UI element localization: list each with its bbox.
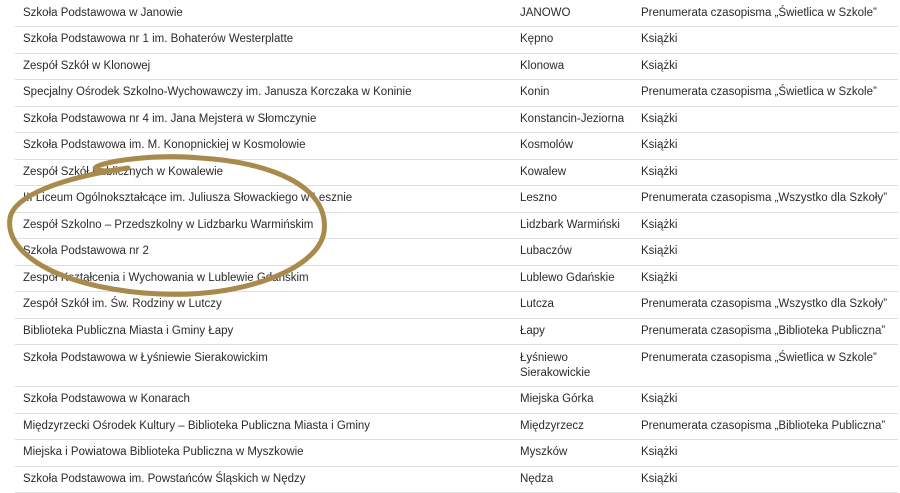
- place-cell: Kosmolów: [512, 132, 633, 160]
- school-cell: Szkoła Podstawowa nr 4 im. Jana Mejstera…: [15, 106, 512, 133]
- place-cell: Lutcza: [512, 291, 633, 319]
- place-cell: Łapy: [512, 318, 633, 345]
- award-cell: Książki: [633, 53, 898, 80]
- school-cell: Szkoła Podstawowa im. M. Konopnickiej w …: [15, 132, 512, 160]
- school-cell: Międzyrzecki Ośrodek Kultury – Bibliotek…: [15, 413, 512, 440]
- place-cell: Konstancin-Jeziorna: [512, 106, 633, 133]
- table-row: Szkoła Podstawowa w Łyśniewie Sierakowic…: [15, 344, 898, 387]
- award-cell: Książki: [633, 466, 898, 493]
- results-table: Szkoła Podstawowa w Janowie JANOWO Prenume…: [15, 0, 898, 493]
- table-row: Szkoła Podstawowa w Konarach Miejska Górk…: [15, 386, 898, 414]
- place-cell: Lubaczów: [512, 238, 633, 266]
- award-cell: Książki: [633, 132, 898, 160]
- award-cell: Książki: [633, 386, 898, 414]
- place-cell: Lublewo Gdańskie: [512, 265, 633, 292]
- table-row: Specjalny Ośrodek Szkolno-Wychowawczy im…: [15, 79, 898, 107]
- school-cell: Szkoła Podstawowa nr 2: [15, 238, 512, 266]
- award-cell: Prenumerata czasopisma „Biblioteka Publi…: [633, 318, 898, 345]
- place-cell: Nędza: [512, 466, 633, 493]
- place-cell: Myszków: [512, 439, 633, 467]
- award-cell: Prenumerata czasopisma „Świetlica w Szko…: [633, 344, 898, 387]
- place-cell: Miejska Górka: [512, 386, 633, 414]
- award-cell: Książki: [633, 26, 898, 54]
- award-cell: Prenumerata czasopisma „Biblioteka Publi…: [633, 413, 898, 440]
- school-cell: Specjalny Ośrodek Szkolno-Wychowawczy im…: [15, 79, 512, 107]
- award-cell: Prenumerata czasopisma „Świetlica w Szko…: [633, 79, 898, 107]
- school-cell: Zespół Szkół im. Św. Rodziny w Lutczy: [15, 291, 512, 319]
- place-cell: Kowalew: [512, 159, 633, 186]
- table-row: III Liceum Ogólnokształcące im. Juliusza…: [15, 185, 898, 213]
- place-cell: JANOWO: [512, 0, 633, 27]
- award-cell: Prenumerata czasopisma „Wszystko dla Szk…: [633, 185, 898, 213]
- school-cell: Szkoła Podstawowa w Konarach: [15, 386, 512, 414]
- table-row: Szkoła Podstawowa im. Powstańców Śląskic…: [15, 466, 898, 493]
- table-row: Szkoła Podstawowa nr 1 im. Bohaterów Wes…: [15, 26, 898, 54]
- school-cell: Zespół Szkół Publicznych w Kowalewie: [15, 159, 512, 186]
- school-cell: Szkoła Podstawowa w Janowie: [15, 0, 512, 27]
- place-cell: Klonowa: [512, 53, 633, 80]
- school-cell: Zespół Szkolno – Przedszkolny w Lidzbark…: [15, 212, 512, 239]
- award-cell: Książki: [633, 106, 898, 133]
- place-cell: Leszno: [512, 185, 633, 213]
- place-cell: Łyśniewo Sierakowickie: [512, 344, 633, 387]
- award-cell: Książki: [633, 159, 898, 186]
- school-cell: Miejska i Powiatowa Biblioteka Publiczna…: [15, 439, 512, 467]
- table-row: Zespół Szkół im. Św. Rodziny w Lutczy Lut…: [15, 291, 898, 319]
- school-cell: Zespół Kształcenia i Wychowania w Lublew…: [15, 265, 512, 292]
- table-row: Biblioteka Publiczna Miasta i Gminy Łapy…: [15, 318, 898, 345]
- place-cell: Kępno: [512, 26, 633, 54]
- school-cell: Biblioteka Publiczna Miasta i Gminy Łapy: [15, 318, 512, 345]
- place-cell: Międzyrzecz: [512, 413, 633, 440]
- table-row: Szkoła Podstawowa im. M. Konopnickiej w …: [15, 132, 898, 160]
- place-cell: Lidzbark Warmiński: [512, 212, 633, 239]
- award-cell: Prenumerata czasopisma „Świetlica w Szko…: [633, 0, 898, 27]
- school-cell: Szkoła Podstawowa im. Powstańców Śląskic…: [15, 466, 512, 493]
- award-cell: Książki: [633, 212, 898, 239]
- table-row: Miejska i Powiatowa Biblioteka Publiczna…: [15, 439, 898, 467]
- table-row: Zespół Kształcenia i Wychowania w Lublew…: [15, 265, 898, 292]
- table-row: Międzyrzecki Ośrodek Kultury – Bibliotek…: [15, 413, 898, 440]
- table-row: Szkoła Podstawowa w Janowie JANOWO Prenume…: [15, 0, 898, 27]
- award-cell: Prenumerata czasopisma „Wszystko dla Szk…: [633, 291, 898, 319]
- school-cell: Szkoła Podstawowa nr 1 im. Bohaterów Wes…: [15, 26, 512, 54]
- table-row: Szkoła Podstawowa nr 4 im. Jana Mejstera…: [15, 106, 898, 133]
- table-row: Zespół Szkół Publicznych w Kowalewie Kowa…: [15, 159, 898, 186]
- school-cell: III Liceum Ogólnokształcące im. Juliusza…: [15, 185, 512, 213]
- school-cell: Zespół Szkół w Klonowej: [15, 53, 512, 80]
- table-row: Zespół Szkolno – Przedszkolny w Lidzbark…: [15, 212, 898, 239]
- award-cell: Książki: [633, 265, 898, 292]
- award-cell: Książki: [633, 238, 898, 266]
- school-cell: Szkoła Podstawowa w Łyśniewie Sierakowic…: [15, 344, 512, 387]
- place-cell: Konin: [512, 79, 633, 107]
- award-cell: Książki: [633, 439, 898, 467]
- table-row: Szkoła Podstawowa nr 2 Lubaczów Książki: [15, 238, 898, 266]
- table-row: Zespół Szkół w Klonowej Klonowa Książki: [15, 53, 898, 80]
